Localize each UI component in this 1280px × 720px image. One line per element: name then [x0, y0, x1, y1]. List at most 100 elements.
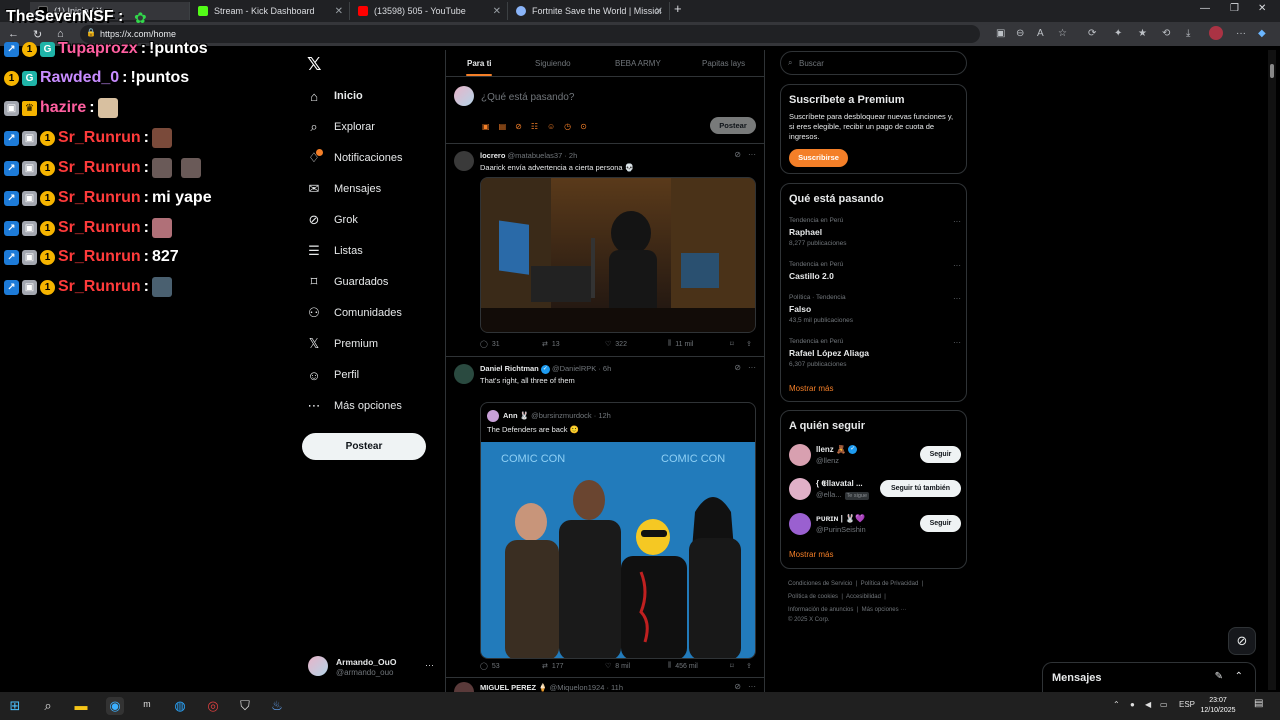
- search-icon[interactable]: ⌕: [39, 697, 57, 715]
- like-button[interactable]: ♡ 8 mil: [605, 662, 630, 671]
- favorites-icon[interactable]: ★: [1138, 28, 1147, 39]
- file-explorer-icon[interactable]: ▬: [72, 697, 90, 715]
- volume-icon[interactable]: ◀: [1145, 700, 1151, 709]
- trend-item[interactable]: Tendencia en Perú Rafael López Aliaga 6,…: [789, 338, 961, 378]
- edge-icon[interactable]: ◉: [106, 697, 124, 715]
- post-author-name[interactable]: MIGUEL PEREZ 🍦: [480, 683, 548, 692]
- views-button[interactable]: ⫼ 456 mil: [668, 662, 698, 670]
- quoted-post[interactable]: Ann 🐰 @bursinzmurdock · 12h The Defender…: [480, 402, 756, 659]
- clock[interactable]: 23:07 12/10/2025: [1196, 696, 1240, 716]
- post-author-name[interactable]: Daniel Richtman: [480, 364, 539, 373]
- app-icon[interactable]: ᵐ: [138, 697, 156, 715]
- post-image[interactable]: [480, 177, 756, 333]
- grok-explain-icon[interactable]: ⊘: [734, 682, 741, 691]
- footer-link-ads-info[interactable]: Información de anuncios: [788, 607, 853, 613]
- who-to-follow-show-more-link[interactable]: Mostrar más: [789, 550, 833, 559]
- tab-papitas-lays[interactable]: Papitas lays: [702, 59, 745, 68]
- schedule-icon[interactable]: ◷: [564, 122, 571, 131]
- notification-center-icon[interactable]: ▤: [1254, 698, 1263, 709]
- windows-start-icon[interactable]: ⊞: [6, 697, 24, 715]
- language-indicator[interactable]: ESP: [1179, 700, 1195, 709]
- profile-avatar-icon[interactable]: [1209, 26, 1223, 40]
- close-window-icon[interactable]: ✕: [1258, 3, 1266, 14]
- messages-dock[interactable]: Mensajes ✎ ⌃: [1042, 662, 1256, 692]
- footer-link-terms[interactable]: Condiciones de Servicio: [788, 581, 852, 587]
- sidebar-item-inicio[interactable]: ⌂ Inicio: [306, 85, 363, 107]
- trend-item[interactable]: Política · Tendencia Falso 43,5 mil publ…: [789, 294, 961, 334]
- grok-icon[interactable]: ⊘: [515, 122, 522, 131]
- search-input[interactable]: ⌕ Buscar: [780, 51, 967, 75]
- more-icon[interactable]: ···: [748, 363, 756, 372]
- close-tab-icon[interactable]: ✕: [655, 6, 663, 17]
- post-image[interactable]: COMIC CON COMIC CON: [481, 442, 755, 658]
- minimize-icon[interactable]: —: [1200, 3, 1210, 14]
- sidebar-item-guardados[interactable]: ⌑ Guardados: [306, 271, 389, 293]
- follow-button[interactable]: Seguir: [920, 446, 961, 463]
- gif-icon[interactable]: ▤: [499, 122, 507, 131]
- grok-floating-button[interactable]: ⊘: [1228, 627, 1256, 655]
- share-button[interactable]: ⇪: [746, 340, 752, 348]
- mic-icon[interactable]: ●: [1130, 700, 1135, 709]
- bookmark-button[interactable]: ⌑: [730, 662, 734, 670]
- sidebar-item-comunidades[interactable]: ⚇ Comunidades: [306, 302, 402, 324]
- history-icon[interactable]: ⟲: [1162, 28, 1170, 39]
- app-install-icon[interactable]: ▣: [996, 28, 1005, 39]
- grok-explain-icon[interactable]: ⊘: [734, 363, 741, 372]
- obs-icon[interactable]: ◎: [204, 697, 222, 715]
- sidebar-item-perfil[interactable]: ☺ Perfil: [306, 364, 359, 386]
- sidebar-item-listas[interactable]: ☰ Listas: [306, 240, 363, 262]
- page-scrollbar[interactable]: [1268, 50, 1276, 690]
- more-browser-icon[interactable]: ···: [1236, 28, 1246, 39]
- footer-link-more[interactable]: Más opciones ···: [862, 607, 907, 613]
- tab-fortnite[interactable]: Fortnite Save the World | Mission ✕: [508, 2, 670, 20]
- reply-button[interactable]: ◯ 53: [480, 662, 500, 671]
- location-icon[interactable]: ⊙: [580, 122, 587, 131]
- copilot-icon[interactable]: ◆: [1258, 28, 1266, 39]
- network-icon[interactable]: ▭: [1160, 700, 1168, 709]
- maximize-icon[interactable]: ❐: [1230, 3, 1239, 14]
- ccleaner-icon[interactable]: ◍: [171, 697, 189, 715]
- sidebar-item-premium[interactable]: 𝕏 Premium: [306, 333, 378, 355]
- x-logo-icon[interactable]: 𝕏: [307, 54, 322, 75]
- sidebar-item-notificaciones[interactable]: ♢ Notificaciones: [306, 147, 402, 169]
- footer-link-privacy[interactable]: Política de Privacidad: [861, 581, 919, 587]
- sidebar-item-mensajes[interactable]: ✉ Mensajes: [306, 178, 382, 200]
- tab-siguiendo[interactable]: Siguiendo: [535, 59, 571, 68]
- avatar[interactable]: [454, 364, 474, 384]
- close-tab-icon[interactable]: ✕: [493, 6, 501, 17]
- more-icon[interactable]: ···: [425, 660, 434, 670]
- reply-button[interactable]: ◯ 31: [480, 340, 500, 349]
- emoji-icon[interactable]: ☺: [547, 122, 555, 131]
- shield-app-icon[interactable]: ⛉: [236, 697, 254, 715]
- follow-suggestion[interactable]: { 𝕰llavatal ... @ella... Te sigue Seguir …: [789, 476, 961, 502]
- follow-suggestion[interactable]: llenz 🧸 ✓ @llenz Seguir: [789, 442, 961, 468]
- more-icon[interactable]: ···: [953, 294, 961, 303]
- scrollbar-thumb[interactable]: [1270, 64, 1274, 78]
- image-icon[interactable]: ▣: [482, 122, 490, 131]
- tab-para-ti[interactable]: Para ti: [467, 59, 491, 68]
- post[interactable]: MIGUEL PEREZ 🍦 @Miquelon1924 · 11h ⊘ ···: [446, 679, 764, 692]
- tray-chevron-icon[interactable]: ⌃: [1113, 700, 1120, 709]
- subscribe-button[interactable]: Suscribirse: [789, 149, 848, 167]
- like-button[interactable]: ♡ 322: [605, 340, 627, 349]
- follow-back-button[interactable]: Seguir tú también: [880, 480, 961, 497]
- sidebar-item-explorar[interactable]: ⌕ Explorar: [306, 116, 375, 138]
- account-switcher[interactable]: Armando_OuO @armando_ouo ···: [308, 655, 436, 681]
- chevron-up-icon[interactable]: ⌃: [1235, 671, 1243, 682]
- post[interactable]: Daniel Richtman ✓ @DanielRPK · 6h ⊘ ··· …: [446, 358, 764, 678]
- repost-button[interactable]: ⇄ 177: [542, 662, 564, 671]
- post[interactable]: locrero @matabuelas37 · 2h ⊘ ··· Daarick…: [446, 145, 764, 357]
- new-tab-button[interactable]: +: [674, 1, 682, 16]
- footer-link-cookies[interactable]: Política de cookies: [788, 594, 838, 600]
- extension-icon[interactable]: ⟳: [1088, 28, 1096, 39]
- share-button[interactable]: ⇪: [746, 662, 752, 670]
- more-icon[interactable]: ···: [953, 338, 961, 347]
- follow-button[interactable]: Seguir: [920, 515, 961, 532]
- footer-link-accessibility[interactable]: Accesibilidad: [846, 594, 881, 600]
- trends-show-more-link[interactable]: Mostrar más: [789, 384, 833, 393]
- puzzle-icon[interactable]: ✦: [1114, 28, 1122, 39]
- poll-icon[interactable]: ☷: [531, 122, 538, 131]
- repost-button[interactable]: ⇄ 13: [542, 340, 560, 349]
- bookmark-button[interactable]: ⌑: [730, 340, 734, 348]
- tab-beba-army[interactable]: BEBA ARMY: [615, 59, 661, 68]
